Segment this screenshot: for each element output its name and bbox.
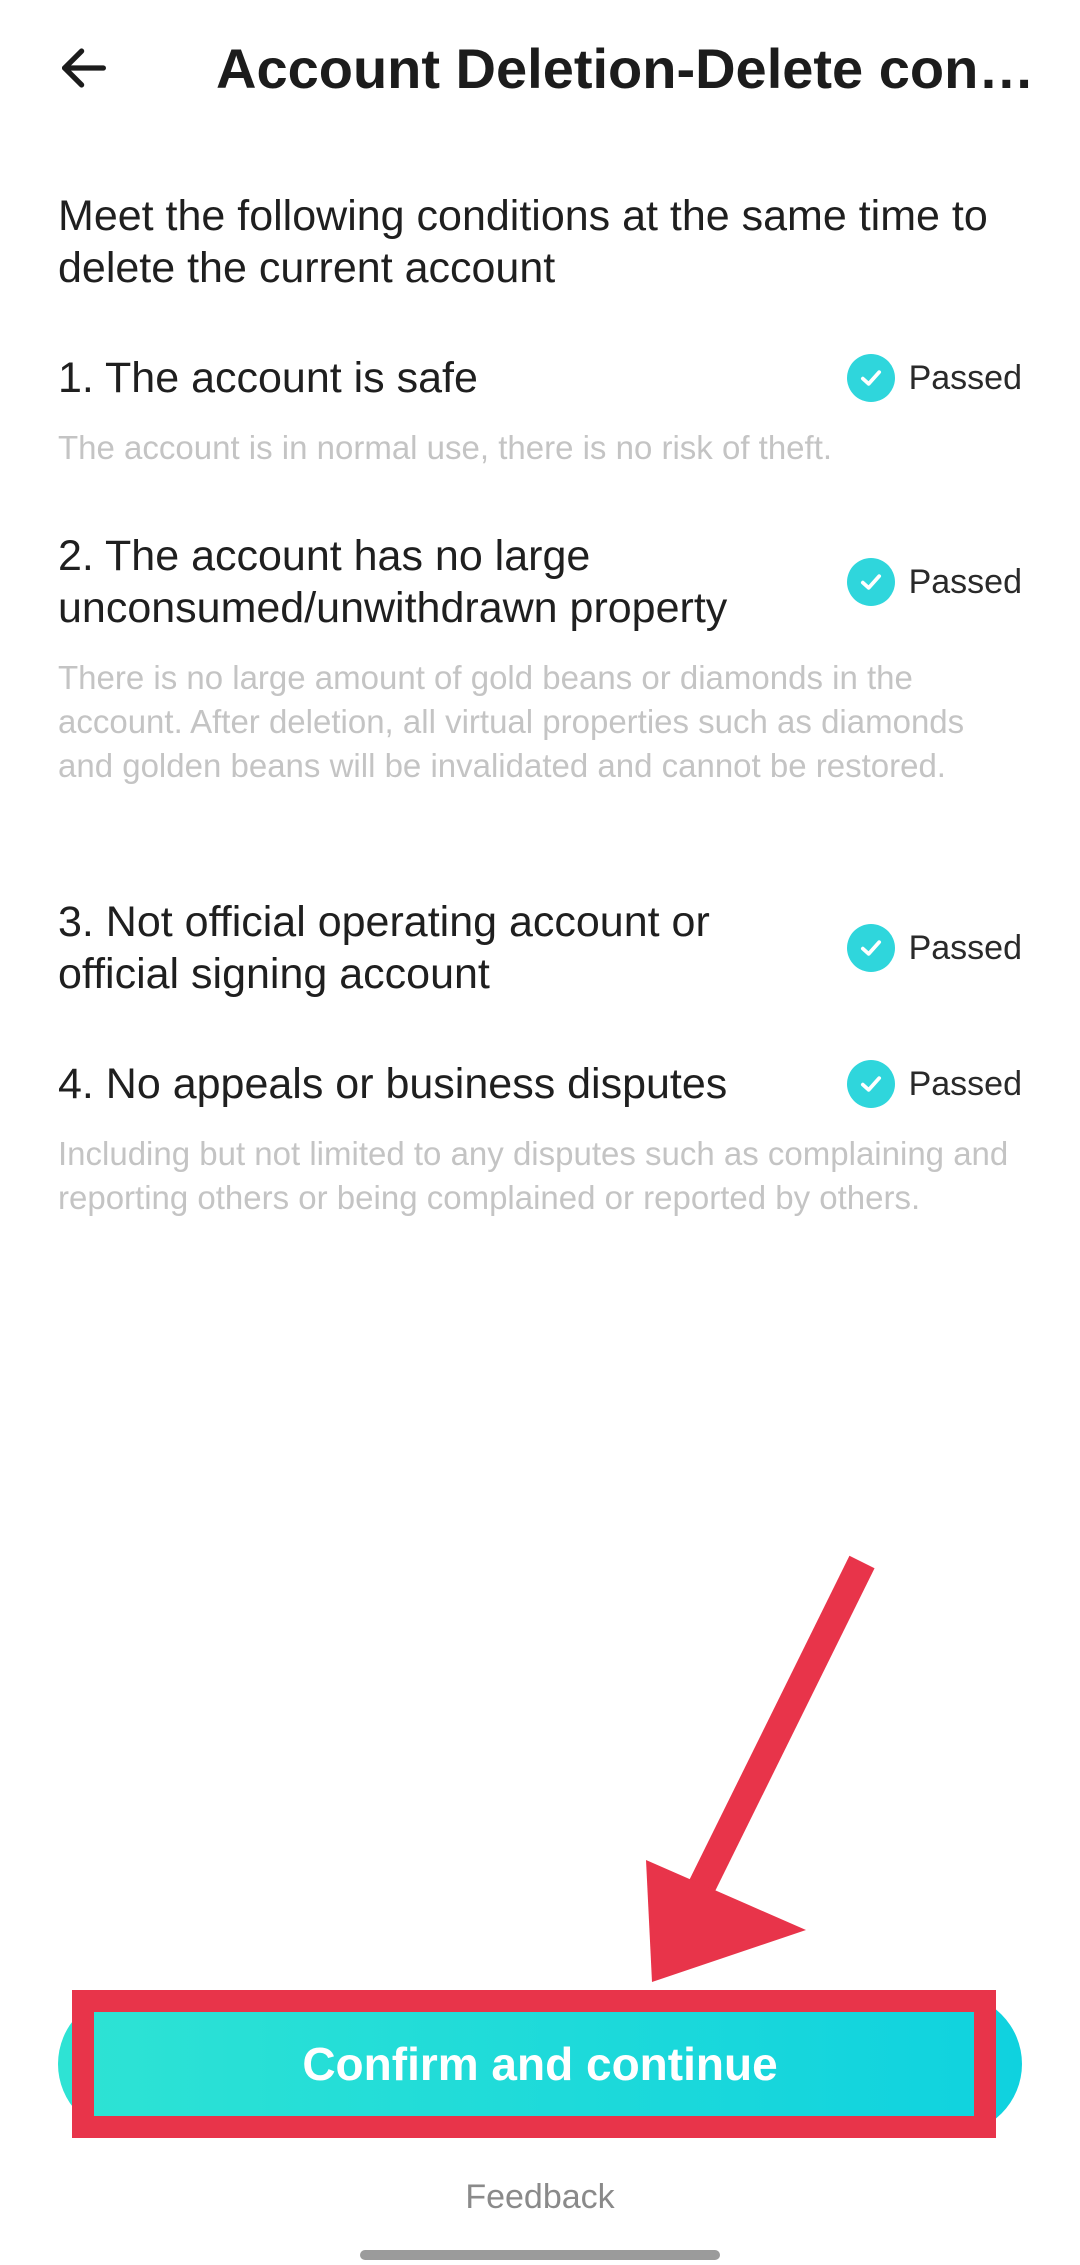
condition-title: 3. Not official operating account or off…: [58, 898, 710, 998]
condition-item-1: 1. The account is safe Passed The accoun…: [58, 352, 1022, 470]
check-icon: [846, 558, 895, 606]
condition-description: Including but not limited to any dispute…: [58, 1135, 1009, 1216]
page-title: Account Deletion-Delete cond…: [216, 37, 1056, 100]
condition-title: 4. No appeals or business disputes: [58, 1060, 728, 1108]
top-bar: Account Deletion-Delete cond…: [0, 0, 1080, 140]
condition-item-2: 2. The account has no large unconsumed/u…: [58, 530, 1022, 788]
status-badge: Passed: [846, 354, 1022, 402]
home-indicator[interactable]: [360, 2250, 720, 2260]
condition-description: The account is in normal use, there is n…: [58, 429, 833, 466]
intro-text: Meet the following conditions at the sam…: [58, 192, 988, 292]
status-badge: Passed: [846, 1060, 1022, 1108]
arrow-left-icon: [62, 48, 106, 88]
condition-item-4: 4. No appeals or business disputes Passe…: [58, 1058, 1022, 1220]
check-icon: [846, 924, 895, 972]
check-icon: [846, 354, 895, 402]
condition-title: 1. The account is safe: [58, 354, 478, 402]
check-icon: [846, 1060, 895, 1108]
condition-item-3: 3. Not official operating account or off…: [58, 896, 1022, 1000]
status-label: Passed: [908, 1064, 1022, 1103]
feedback-link[interactable]: Feedback: [0, 2178, 1080, 2217]
status-badge: Passed: [846, 924, 1022, 972]
status-label: Passed: [908, 928, 1022, 967]
status-label: Passed: [908, 358, 1022, 397]
condition-description: There is no large amount of gold beans o…: [58, 659, 965, 784]
status-label: Passed: [908, 562, 1022, 601]
back-button[interactable]: [44, 28, 124, 108]
condition-title: 2. The account has no large unconsumed/u…: [58, 532, 728, 632]
confirm-continue-button[interactable]: Confirm and continue: [58, 1994, 1022, 2134]
status-badge: Passed: [846, 558, 1022, 606]
intro-section: Meet the following conditions at the sam…: [58, 190, 1022, 294]
